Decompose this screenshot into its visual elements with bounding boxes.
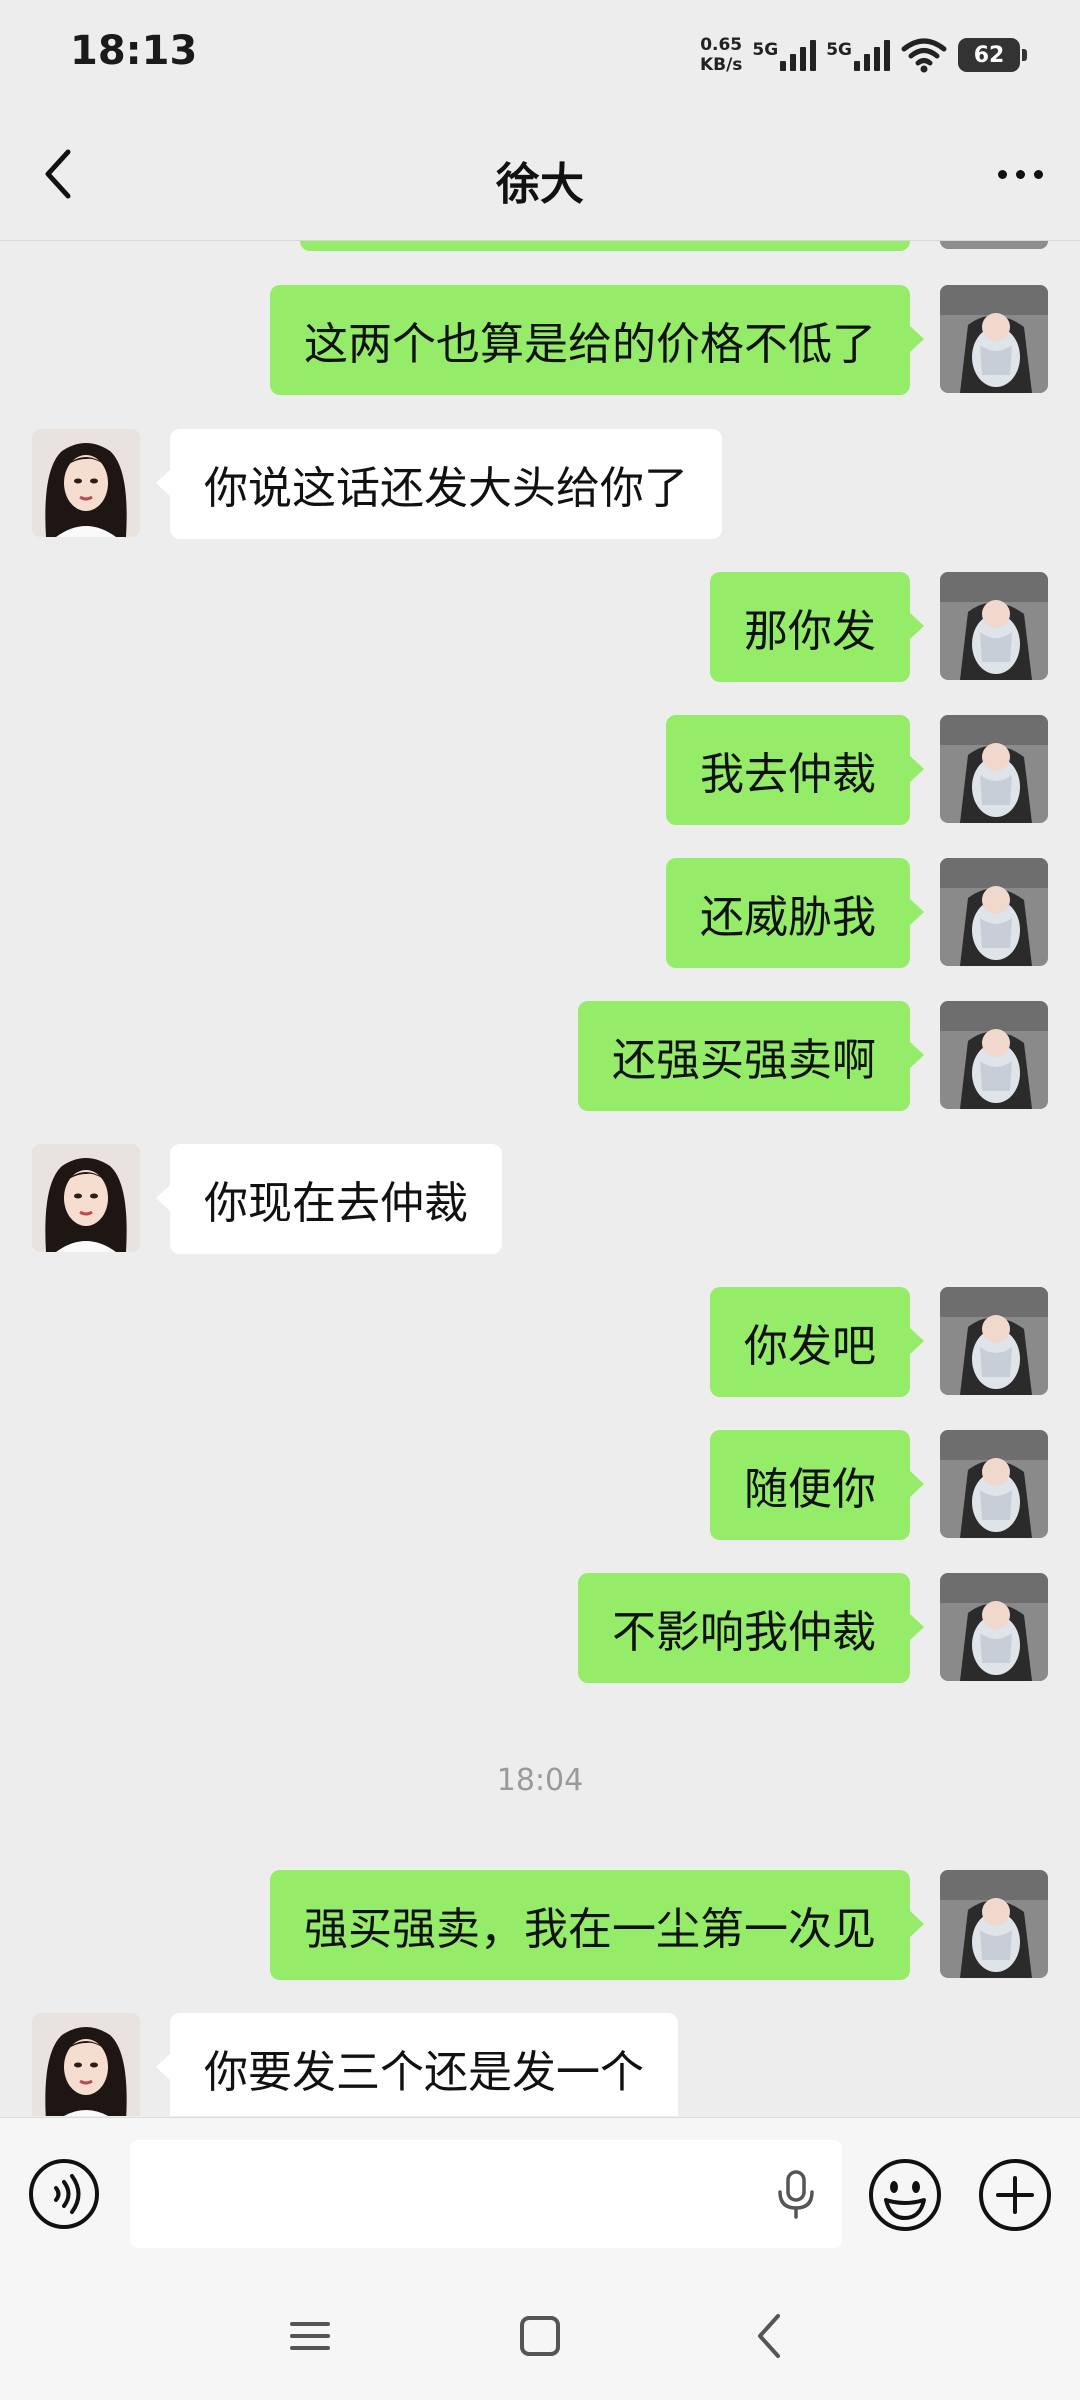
battery-level: 62: [973, 42, 1005, 68]
avatar[interactable]: [32, 429, 140, 537]
signal-icon: 5G: [826, 39, 890, 71]
signal-icon: 5G: [752, 39, 817, 71]
menu-lines-icon: [290, 2322, 330, 2350]
chevron-left-icon: [758, 2314, 780, 2358]
chat-header: 徐大: [0, 108, 1080, 241]
message-bubble[interactable]: 强买强卖，我在一尘第一次见: [270, 1870, 924, 1980]
message-row: 你现在去仲裁: [0, 1144, 1080, 1254]
message-row: 你要发三个还是发一个: [0, 2013, 1080, 2116]
avatar[interactable]: [940, 858, 1048, 966]
home-button[interactable]: [500, 2308, 580, 2364]
message-row: 你发吧: [0, 1287, 1080, 1397]
message-row: 还威胁我: [0, 858, 1080, 968]
message-bubble[interactable]: 我去仲裁: [666, 715, 924, 825]
message-row: 我去仲裁: [0, 715, 1080, 825]
avatar[interactable]: [32, 1144, 140, 1252]
avatar[interactable]: [940, 1573, 1048, 1681]
message-list[interactable]: 这两个也算是给的价格不低了 你说这话还发大头给你了 那你发 我去仲裁 还威胁我 …: [0, 241, 1080, 2116]
message-bubble[interactable]: 那你发: [710, 572, 924, 682]
message-row: 这两个也算是给的价格不低了: [0, 285, 1080, 395]
voice-input-icon: [29, 2159, 99, 2229]
avatar[interactable]: [940, 715, 1048, 823]
baby-stroller-photo: [940, 1430, 1048, 1538]
woman-portrait-photo: [32, 429, 140, 537]
message-bubble[interactable]: 还威胁我: [666, 858, 924, 968]
chevron-left-icon: [45, 149, 71, 199]
more-button[interactable]: [988, 148, 1052, 200]
avatar[interactable]: [940, 572, 1048, 680]
more-functions-button[interactable]: [978, 2158, 1052, 2232]
message-bubble[interactable]: 你说这话还发大头给你了: [156, 429, 722, 539]
message-bubble[interactable]: 你要发三个还是发一个: [156, 2013, 678, 2116]
baby-stroller-photo: [940, 1287, 1048, 1395]
avatar[interactable]: [940, 285, 1048, 393]
microphone-icon: [778, 2170, 814, 2219]
message-timestamp: 18:04: [496, 1763, 584, 1798]
message-bubble-partial: [300, 241, 910, 251]
message-bubble[interactable]: 还强买强卖啊: [578, 1001, 924, 1111]
message-bubble[interactable]: 不影响我仲裁: [578, 1573, 924, 1683]
signal-label: 5G: [752, 39, 779, 60]
avatar: [940, 241, 1048, 249]
status-indicators: 0.65 KB/s 5G 5G 62: [700, 30, 1027, 80]
message-input[interactable]: [130, 2140, 842, 2248]
message-row: 那你发: [0, 572, 1080, 682]
emoji-button[interactable]: [868, 2158, 942, 2232]
signal-label: 5G: [826, 39, 852, 60]
message-row: 还强买强卖啊: [0, 1001, 1080, 1111]
message-bubble[interactable]: 这两个也算是给的价格不低了: [270, 285, 924, 395]
avatar[interactable]: [940, 1001, 1048, 1109]
system-navigation-bar: [0, 2270, 1080, 2400]
plus-icon: [979, 2159, 1051, 2231]
woman-portrait-photo: [32, 2013, 140, 2116]
microphone-button[interactable]: [770, 2168, 822, 2220]
message-bubble[interactable]: 随便你: [710, 1430, 924, 1540]
baby-stroller-photo: [940, 572, 1048, 680]
network-speed-unit: KB/s: [699, 55, 743, 75]
avatar[interactable]: [940, 1287, 1048, 1395]
baby-stroller-photo: [940, 1573, 1048, 1681]
input-bar: [0, 2117, 1080, 2271]
status-bar: 18:13 0.65 KB/s 5G 5G 62: [0, 0, 1080, 108]
baby-stroller-photo: [940, 715, 1048, 823]
message-bubble[interactable]: 你发吧: [710, 1287, 924, 1397]
battery-icon: 62: [958, 38, 1027, 72]
message-row: 不影响我仲裁: [0, 1573, 1080, 1683]
baby-stroller-photo: [940, 858, 1048, 966]
network-speed: 0.65 KB/s: [700, 35, 742, 75]
avatar[interactable]: [940, 1870, 1048, 1978]
square-home-icon: [520, 2316, 560, 2356]
wifi-icon: [901, 38, 947, 73]
chat-title: 徐大: [496, 159, 584, 210]
message-row: 强买强卖，我在一尘第一次见: [0, 1870, 1080, 1980]
status-time: 18:13: [70, 28, 198, 74]
message-row: 你说这话还发大头给你了: [0, 429, 1080, 539]
emoji-icon: [869, 2159, 941, 2231]
system-back-button[interactable]: [730, 2308, 810, 2364]
voice-input-button[interactable]: [28, 2158, 100, 2230]
more-dots-icon: [997, 169, 1007, 179]
recent-apps-button[interactable]: [270, 2308, 350, 2364]
woman-portrait-photo: [32, 1144, 140, 1252]
avatar[interactable]: [32, 2013, 140, 2116]
baby-stroller-photo: [940, 1001, 1048, 1109]
message-bubble[interactable]: 你现在去仲裁: [156, 1144, 502, 1254]
network-speed-value: 0.65: [700, 35, 743, 55]
baby-stroller-photo: [940, 1870, 1048, 1978]
back-button[interactable]: [30, 146, 86, 202]
avatar[interactable]: [940, 1430, 1048, 1538]
baby-stroller-photo: [940, 285, 1048, 393]
message-row: 随便你: [0, 1430, 1080, 1540]
